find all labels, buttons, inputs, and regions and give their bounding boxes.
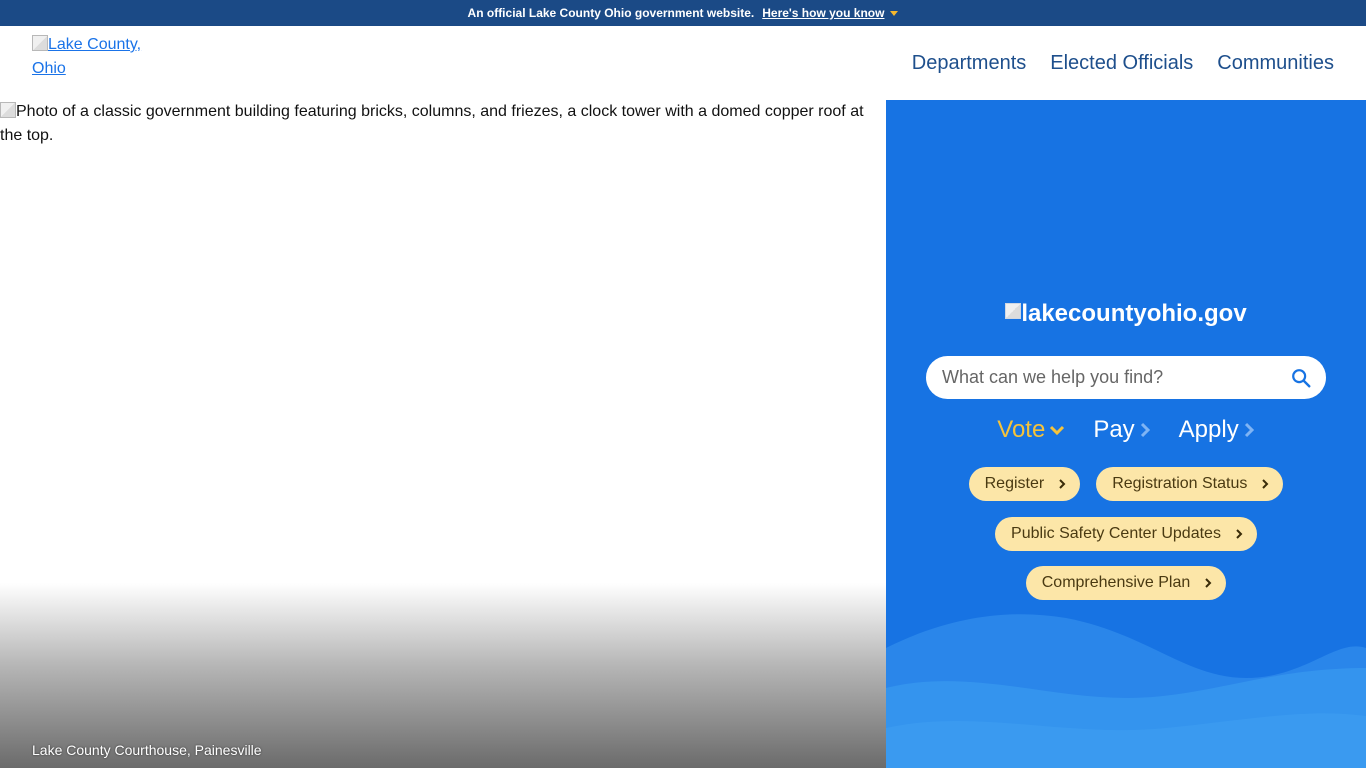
- main-nav: Departments Elected Officials Communitie…: [912, 26, 1334, 100]
- site-header: Lake County, Ohio Departments Elected Of…: [0, 26, 1366, 100]
- hero-caption: Lake County Courthouse, Painesville: [32, 742, 262, 758]
- nav-elected-officials[interactable]: Elected Officials: [1050, 52, 1193, 75]
- search-icon[interactable]: [1290, 367, 1312, 389]
- gov-banner: An official Lake County Ohio government …: [0, 0, 1366, 26]
- chevron-right-icon: [1236, 529, 1243, 539]
- registration-status-link-label: Registration Status: [1112, 475, 1248, 492]
- search-box: [926, 356, 1326, 399]
- decorative-waves: [886, 614, 1366, 768]
- public-safety-center-link-label: Public Safety Center Updates: [1011, 525, 1221, 542]
- registration-status-link[interactable]: Registration Status: [1096, 467, 1284, 501]
- tab-pay-label: Pay: [1093, 416, 1135, 443]
- panel-logo: lakecountyohio.gov: [886, 300, 1366, 328]
- register-link-label: Register: [984, 475, 1045, 492]
- gov-banner-text: An official Lake County Ohio government …: [467, 6, 755, 20]
- link-row: Register Registration Status: [886, 467, 1366, 501]
- hero-image: Photo of a classic government building f…: [0, 100, 886, 768]
- nav-departments[interactable]: Departments: [912, 52, 1027, 75]
- comprehensive-plan-link-label: Comprehensive Plan: [1041, 574, 1191, 591]
- chevron-down-icon: [1050, 425, 1065, 436]
- caret-down-icon[interactable]: [890, 10, 899, 16]
- chevron-right-icon: [1262, 479, 1269, 489]
- hero-image-alt: Photo of a classic government building f…: [0, 100, 880, 148]
- search-input[interactable]: [942, 367, 1290, 388]
- tab-pay[interactable]: Pay: [1093, 416, 1150, 444]
- public-safety-center-link[interactable]: Public Safety Center Updates: [995, 517, 1257, 551]
- register-link[interactable]: Register: [968, 467, 1081, 501]
- tab-apply[interactable]: Apply: [1179, 416, 1255, 444]
- site-logo-alt: Lake County, Ohio: [32, 36, 142, 77]
- tab-vote[interactable]: Vote: [997, 416, 1065, 444]
- chevron-right-icon: [1140, 422, 1150, 438]
- comprehensive-plan-link[interactable]: Comprehensive Plan: [1025, 566, 1227, 600]
- site-logo-link[interactable]: Lake County, Ohio: [32, 33, 142, 81]
- chevron-right-icon: [1205, 578, 1212, 588]
- tab-vote-label: Vote: [997, 416, 1046, 443]
- quick-actions-panel: lakecountyohio.gov Vote Pay Apply: [886, 100, 1366, 768]
- chevron-right-icon: [1244, 422, 1254, 438]
- link-row: Comprehensive Plan: [886, 566, 1366, 600]
- chevron-right-icon: [1059, 479, 1066, 489]
- nav-communities[interactable]: Communities: [1217, 52, 1334, 75]
- broken-image-icon: [1005, 303, 1022, 319]
- action-tabs: Vote Pay Apply: [886, 416, 1366, 444]
- tab-apply-label: Apply: [1178, 416, 1239, 443]
- broken-image-icon: [32, 35, 48, 51]
- broken-image-icon: [0, 102, 16, 118]
- how-you-know-link[interactable]: Here's how you know: [762, 6, 884, 20]
- hero-gradient-overlay: [0, 583, 886, 768]
- link-row: Public Safety Center Updates: [886, 517, 1366, 551]
- panel-logo-alt: lakecountyohio.gov: [1021, 300, 1247, 327]
- hero-image-alt-text: Photo of a classic government building f…: [0, 103, 864, 144]
